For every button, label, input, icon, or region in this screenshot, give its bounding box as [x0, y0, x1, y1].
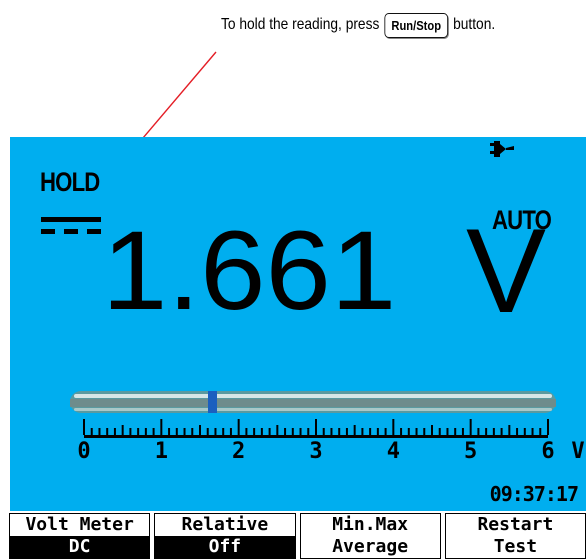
scale-minor-tick	[423, 428, 426, 435]
plug-icon	[490, 141, 514, 157]
softkey-value: DC	[10, 536, 150, 558]
scale-label: 5	[464, 439, 478, 464]
scale-minor-tick	[516, 428, 519, 435]
scale-baseline	[84, 435, 548, 438]
scale-minor-tick	[268, 428, 271, 435]
scale-minor-tick	[229, 428, 232, 435]
primary-reading: 1.661	[102, 208, 397, 333]
scale-minor-tick	[129, 428, 132, 435]
scale-minor-tick	[175, 428, 178, 435]
scale-minor-tick	[206, 428, 209, 435]
scale-minor-tick	[492, 428, 495, 435]
scale-minor-tick	[291, 428, 294, 435]
scale-label: 3	[309, 439, 323, 464]
softkey-restart[interactable]: Restart Test	[444, 513, 586, 559]
scale-minor-tick	[144, 428, 147, 435]
scale-minor-tick	[353, 425, 356, 435]
meter-display: HOLD AUTO 1.661 V 0123456V 09:37:17	[10, 137, 586, 511]
scale-minor-tick	[415, 428, 418, 435]
bargraph-indicator	[208, 391, 218, 413]
caption-text-after: button.	[453, 16, 496, 33]
scale-minor-tick	[376, 428, 379, 435]
scale-minor-tick	[307, 428, 310, 435]
instruction-caption: To hold the reading, press Run/Stop butt…	[221, 10, 495, 40]
scale-label: 1	[154, 439, 168, 464]
softkey-label: Relative	[181, 514, 269, 535]
scale-major-tick	[392, 419, 395, 435]
reading-unit: V	[466, 204, 547, 338]
scale-major-tick	[237, 419, 240, 435]
scale-minor-tick	[106, 428, 109, 435]
scale-major-tick	[315, 419, 317, 435]
scale-minor-tick	[322, 428, 325, 435]
dc-symbol-icon	[41, 217, 101, 234]
scale-minor-tick	[214, 428, 217, 435]
scale-minor-tick	[477, 428, 480, 435]
scale-minor-tick	[361, 428, 364, 435]
softkey-volt-meter[interactable]: Volt Meter DC	[9, 513, 151, 559]
scale-minor-tick	[121, 425, 124, 435]
scale-minor-tick	[260, 428, 263, 435]
scale-label: 0	[77, 439, 91, 464]
scale-minor-tick	[461, 428, 464, 435]
softkey-label: Volt Meter	[25, 514, 134, 535]
scale-major-tick	[547, 419, 549, 435]
scale-minor-tick	[523, 428, 526, 435]
scale-minor-tick	[369, 428, 372, 435]
softkey-label: Restart	[477, 514, 554, 535]
scale-minor-tick	[245, 428, 248, 435]
softkey-bar: Volt Meter DC Relative Off Min.Max Avera…	[9, 513, 586, 559]
softkey-value: Test	[493, 536, 538, 557]
scale-minor-tick	[539, 428, 542, 435]
scale-minor-tick	[152, 428, 155, 435]
hold-indicator: HOLD	[40, 167, 100, 197]
scale-minor-tick	[384, 428, 387, 435]
softkey-min-max[interactable]: Min.Max Average	[299, 513, 441, 559]
scale-label: 2	[232, 439, 246, 464]
softkey-label: Min.Max	[332, 514, 409, 535]
scale-minor-tick	[500, 428, 503, 435]
scale-minor-tick	[446, 428, 449, 435]
scale-minor-tick	[454, 428, 457, 435]
scale-minor-tick	[98, 428, 101, 435]
scale-minor-tick	[400, 428, 403, 435]
scale-major-tick	[160, 419, 163, 435]
scale-label: 6	[541, 439, 555, 464]
scale-minor-tick	[345, 428, 348, 435]
bargraph	[70, 391, 556, 413]
scale-minor-tick	[199, 425, 201, 435]
softkey-relative[interactable]: Relative Off	[154, 513, 296, 559]
scale-minor-tick	[338, 428, 341, 435]
softkey-value: Average	[332, 536, 409, 557]
scale-minor-tick	[90, 428, 93, 435]
scale-minor-tick	[330, 428, 333, 435]
scale-minor-tick	[431, 425, 433, 435]
caption-text-before: To hold the reading, press	[221, 16, 380, 33]
scale-minor-tick	[485, 428, 488, 435]
run-stop-key: Run/Stop	[384, 12, 448, 38]
clock: 09:37:17	[489, 482, 579, 506]
scale-label: 4	[386, 439, 400, 464]
softkey-value: Off	[155, 536, 295, 558]
scale-minor-tick	[183, 428, 186, 435]
scale-minor-tick	[222, 428, 225, 435]
scale-minor-tick	[113, 428, 116, 435]
scale-minor-tick	[137, 428, 140, 435]
scale-major-tick	[83, 419, 85, 435]
scale-minor-tick	[531, 428, 534, 435]
scale-minor-tick	[191, 428, 194, 435]
scale-unit-label: V	[571, 439, 585, 464]
scale-major-tick	[469, 419, 472, 435]
scale-minor-tick	[284, 428, 287, 435]
scale-minor-tick	[168, 428, 171, 435]
bargraph-scale	[83, 419, 549, 438]
scale-minor-tick	[508, 425, 511, 435]
scale-minor-tick	[407, 428, 410, 435]
scale-minor-tick	[438, 428, 441, 435]
scale-minor-tick	[276, 425, 279, 435]
scale-minor-tick	[299, 428, 302, 435]
scale-minor-tick	[253, 428, 256, 435]
